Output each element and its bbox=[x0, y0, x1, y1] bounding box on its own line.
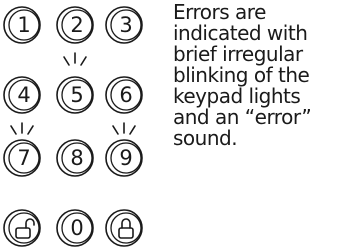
blink-indicator-key-5 bbox=[63, 52, 87, 66]
key-2-label: 2 bbox=[70, 13, 83, 37]
key-7-label: 7 bbox=[17, 146, 30, 170]
key-5-label: 5 bbox=[70, 83, 83, 107]
key-unlock bbox=[3, 209, 41, 247]
blink-indicator-key-7 bbox=[10, 122, 34, 135]
blink-indicator-key-9 bbox=[112, 122, 136, 135]
key-4: 4 bbox=[3, 76, 41, 114]
key-8: 8 bbox=[56, 139, 94, 177]
key-9: 9 bbox=[105, 139, 143, 177]
key-lock bbox=[105, 209, 143, 247]
key-9-label: 9 bbox=[119, 146, 132, 170]
key-3: 3 bbox=[105, 6, 143, 44]
key-6-label: 6 bbox=[119, 83, 132, 107]
key-0-label: 0 bbox=[70, 216, 83, 240]
key-3-label: 3 bbox=[119, 13, 132, 37]
key-2: 2 bbox=[56, 6, 94, 44]
key-1-label: 1 bbox=[17, 13, 30, 37]
key-7: 7 bbox=[3, 139, 41, 177]
error-description-text: Errors are indicated with brief irregula… bbox=[173, 0, 312, 150]
key-1: 1 bbox=[3, 6, 41, 44]
key-0: 0 bbox=[56, 209, 94, 247]
key-8-label: 8 bbox=[70, 146, 83, 170]
key-6: 6 bbox=[105, 76, 143, 114]
key-5: 5 bbox=[56, 76, 94, 114]
key-4-label: 4 bbox=[17, 83, 30, 107]
keypad-diagram: 1 2 3 4 5 6 7 8 9 0 bbox=[3, 6, 143, 247]
